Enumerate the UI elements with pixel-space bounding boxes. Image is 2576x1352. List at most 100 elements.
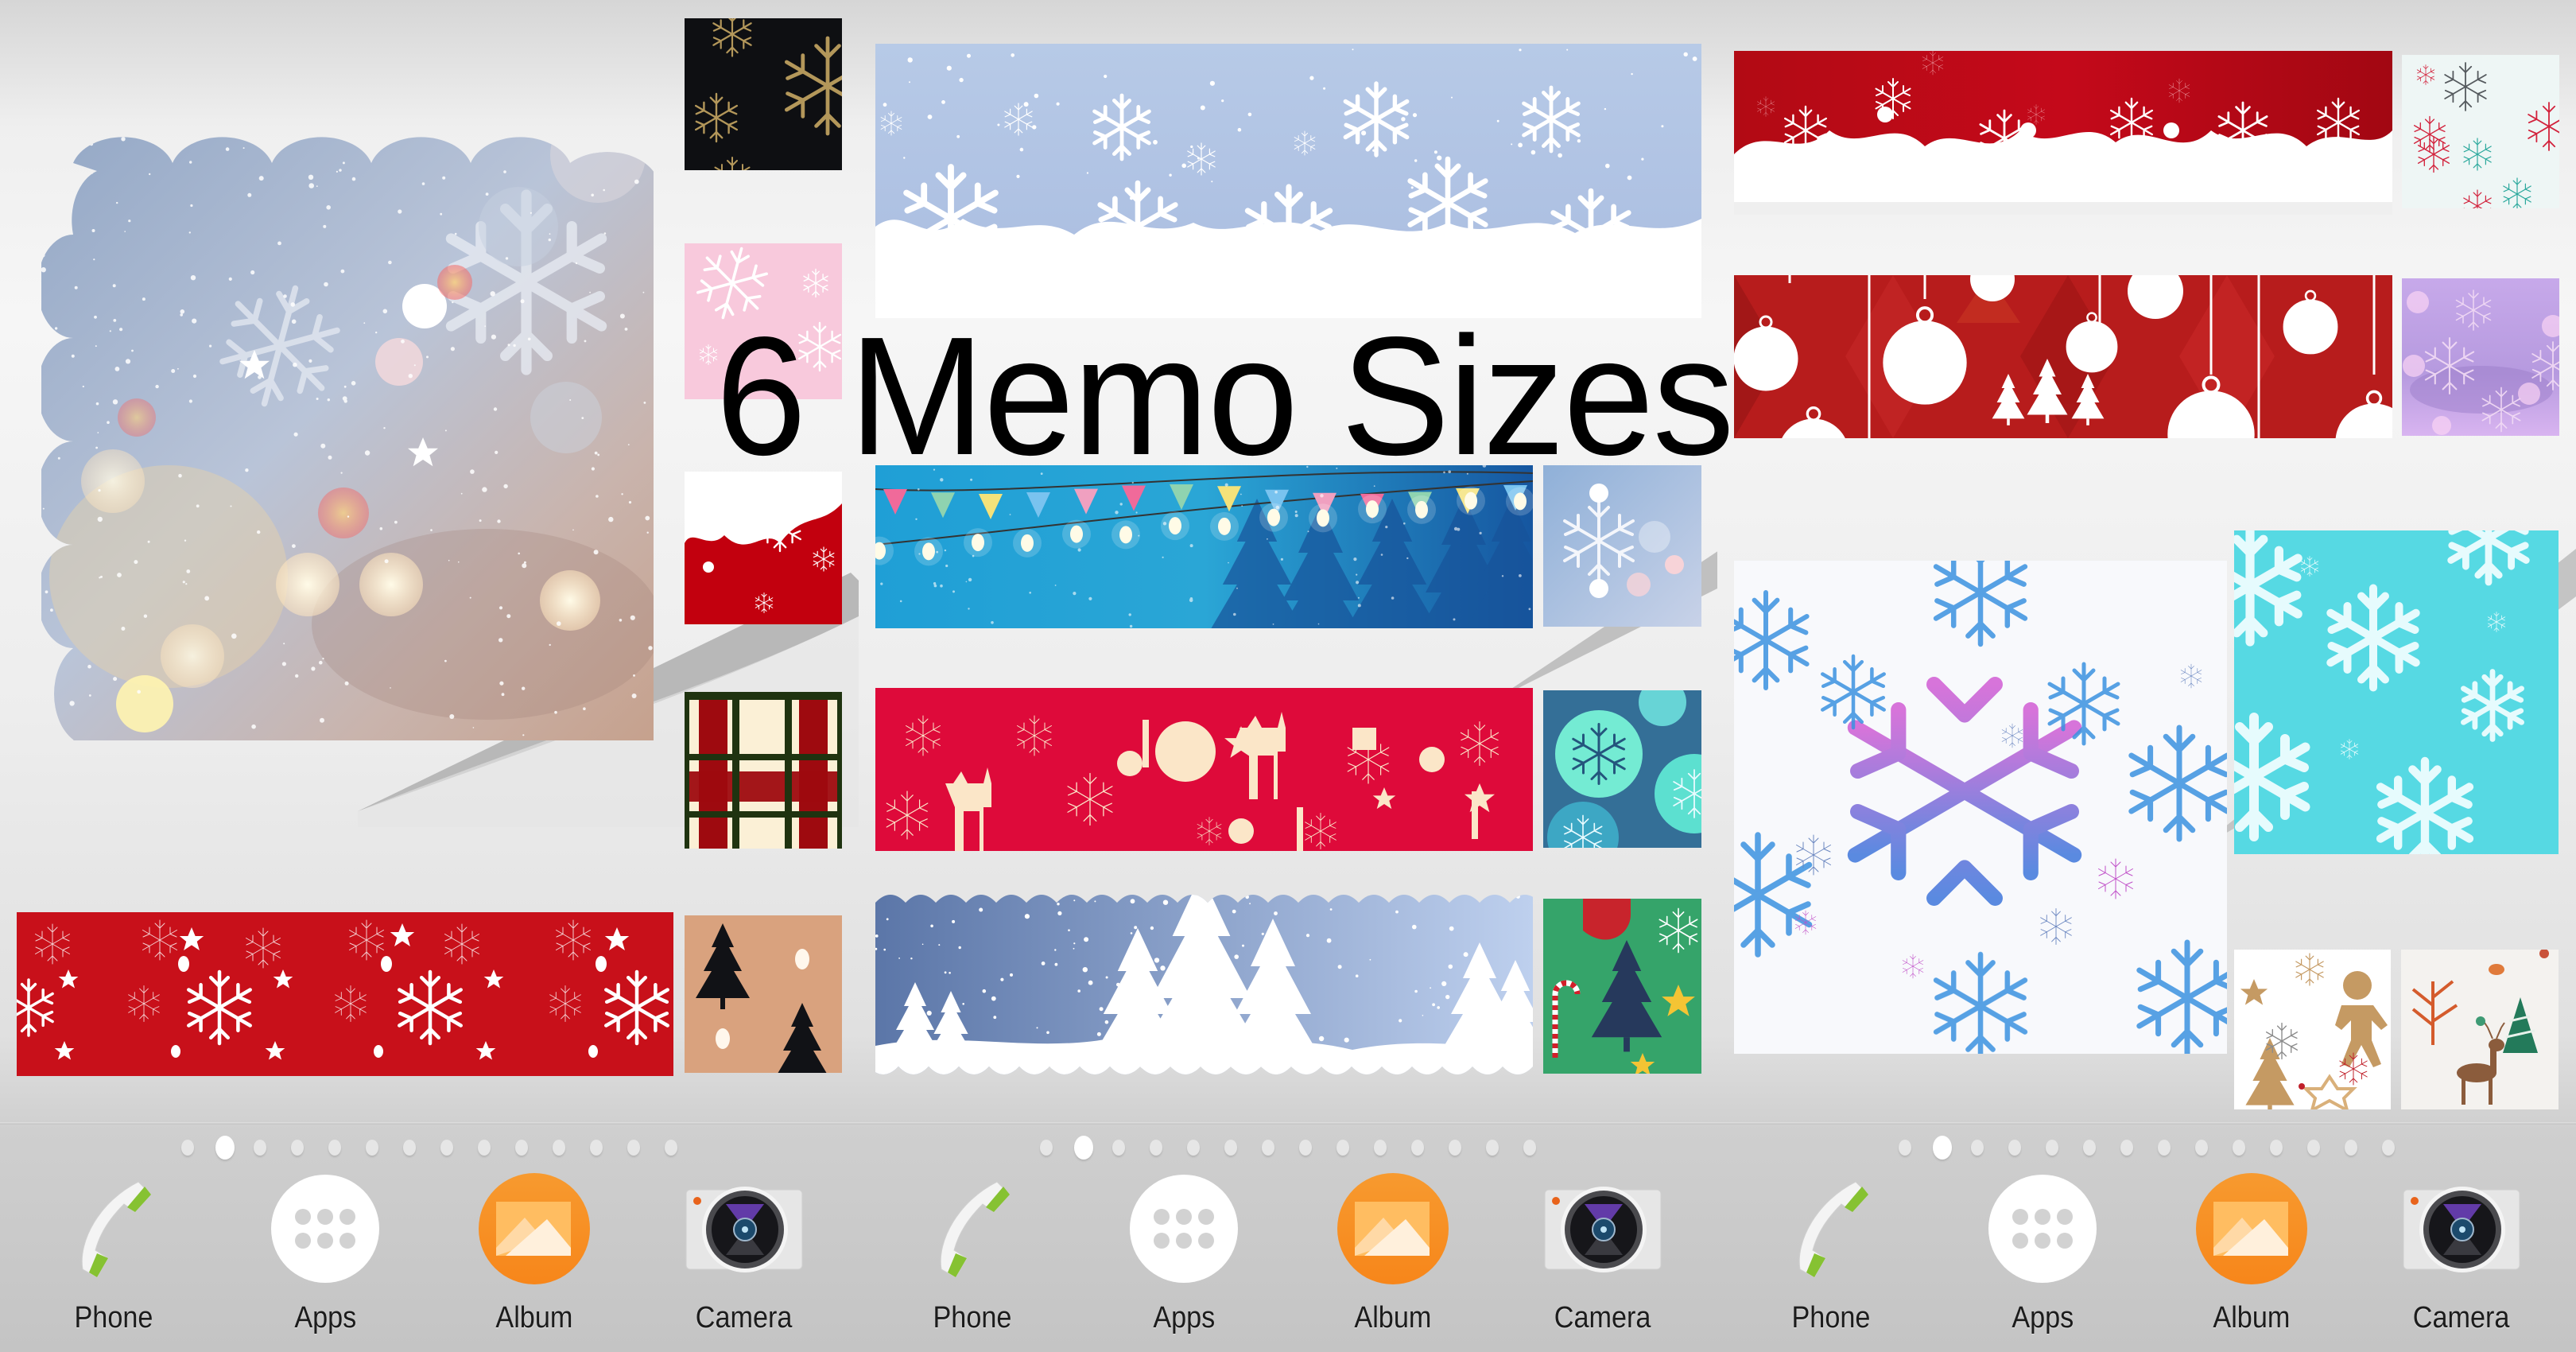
memo-widget-woodland[interactable] [2401,950,2559,1109]
page-dot[interactable] [1040,1140,1053,1156]
dock-app-label: Album [2213,1301,2291,1335]
page-dot[interactable] [478,1140,491,1156]
page-dot[interactable] [2008,1140,2021,1156]
dock-app-phone[interactable]: Phone [34,1169,193,1344]
memo-widget-teal-ornaments[interactable] [1543,690,1701,848]
page-dot-active[interactable] [1933,1136,1952,1160]
dock-app-camera[interactable]: Camera [2382,1169,2541,1344]
page-dot-active[interactable] [215,1136,235,1160]
dock-app-phone[interactable]: Phone [893,1169,1052,1344]
page-dot[interactable] [1971,1140,1984,1156]
dock-app-phone[interactable]: Phone [1752,1169,1911,1344]
page-dot[interactable] [1224,1140,1237,1156]
page-dot[interactable] [1486,1140,1499,1156]
camera-lens-icon [685,1169,804,1288]
page-dot[interactable] [1374,1140,1387,1156]
dock-app-label: Phone [74,1301,153,1335]
memo-widget-blue-snowflakes[interactable] [875,44,1701,318]
dock-app-apps[interactable]: Apps [1104,1169,1263,1344]
memo-widget-gingerbread[interactable] [2234,950,2391,1109]
dock-app-album[interactable]: Album [1313,1169,1472,1344]
camera-lens-icon [1543,1169,1662,1288]
page-indicator[interactable] [181,1136,702,1160]
memo-widget-red-snow[interactable] [685,472,842,624]
page-dot[interactable] [291,1140,304,1156]
dock-app-camera[interactable]: Camera [1523,1169,1682,1344]
page-dot[interactable] [2120,1140,2133,1156]
memo-widget-red-garland[interactable] [1734,51,2392,215]
page-dot[interactable] [1150,1140,1162,1156]
memo-widget-watercolor-snowflakes[interactable] [1734,561,2227,1054]
album-gallery-icon [2192,1169,2311,1288]
page-dot[interactable] [627,1140,640,1156]
page-dot[interactable] [1262,1140,1274,1156]
page-dot[interactable] [366,1140,378,1156]
headline-memo-sizes: 6 Memo Sizes [716,301,1734,490]
dock-app-apps[interactable]: Apps [1963,1169,2122,1344]
page-dot[interactable] [1411,1140,1424,1156]
page-dot[interactable] [2382,1140,2395,1156]
memo-widget-plaid[interactable] [685,692,842,849]
page-dot[interactable] [2307,1140,2320,1156]
page-dot[interactable] [1187,1140,1200,1156]
page-indicator[interactable] [1040,1136,1561,1160]
page-dot[interactable] [553,1140,565,1156]
album-gallery-icon [1333,1169,1453,1288]
dock-app-label: Phone [933,1301,1012,1335]
page-dot[interactable] [2270,1140,2283,1156]
page-dot[interactable] [1112,1140,1125,1156]
dock-app-label: Camera [2413,1301,2510,1335]
memo-widget-crumpled-red[interactable] [17,912,673,1076]
page-dot[interactable] [1336,1140,1349,1156]
memo-widget-red-icons[interactable] [875,688,1533,851]
phone-handset-icon [913,1169,1032,1288]
memo-widget-turquoise-snowflakes[interactable] [2234,530,2559,854]
memo-widget-gold-snowflakes[interactable] [685,18,842,170]
dock-app-camera[interactable]: Camera [665,1169,824,1344]
memo-widget-green-xmas[interactable] [1543,899,1701,1074]
page-dot-active[interactable] [1074,1136,1093,1160]
page-dot[interactable] [2046,1140,2058,1156]
dock-app-label: Album [495,1301,573,1335]
home-screen-1: Phone Apps Album Camera [0,0,859,1352]
phone-handset-icon [54,1169,173,1288]
dock-app-label: Apps [1153,1301,1215,1335]
page-dot[interactable] [1899,1140,1911,1156]
phone-handset-icon [1771,1169,1891,1288]
dock-divider [1717,1122,2576,1125]
memo-widget-winter-trees[interactable] [875,895,1533,1074]
page-dot[interactable] [2158,1140,2171,1156]
page-dot[interactable] [328,1140,341,1156]
page-dot[interactable] [440,1140,453,1156]
camera-lens-icon [2402,1169,2521,1288]
page-dot[interactable] [2195,1140,2208,1156]
page-dot[interactable] [515,1140,528,1156]
page-dot[interactable] [2233,1140,2245,1156]
page-dot[interactable] [254,1140,266,1156]
memo-widget-large-bokeh[interactable] [41,131,654,740]
page-indicator[interactable] [1899,1136,2419,1160]
memo-widget-purple-bokeh[interactable] [2402,278,2559,436]
page-dot[interactable] [181,1140,194,1156]
memo-widget-red-baubles[interactable] [1734,275,2392,438]
dock-app-label: Phone [1791,1301,1871,1335]
dock-app-label: Camera [1554,1301,1651,1335]
dock-app-apps[interactable]: Apps [246,1169,405,1344]
page-dot[interactable] [2345,1140,2357,1156]
page-dot[interactable] [590,1140,603,1156]
dock-app-album[interactable]: Album [2172,1169,2331,1344]
home-screen-2: Phone Apps Album Camera [859,0,1717,1352]
home-screen-3: Phone Apps Album Camera [1717,0,2576,1352]
memo-widget-multicolor-snowflakes[interactable] [2402,55,2559,208]
page-dot[interactable] [403,1140,416,1156]
dock-app-label: Album [1354,1301,1432,1335]
page-dot[interactable] [665,1140,677,1156]
page-dot[interactable] [2083,1140,2096,1156]
dock-divider [859,1122,1717,1125]
memo-widget-kraft-trees[interactable] [685,915,842,1073]
page-dot[interactable] [1523,1140,1536,1156]
app-drawer-grid-icon [1124,1169,1243,1288]
page-dot[interactable] [1449,1140,1461,1156]
dock-app-album[interactable]: Album [455,1169,614,1344]
page-dot[interactable] [1299,1140,1312,1156]
